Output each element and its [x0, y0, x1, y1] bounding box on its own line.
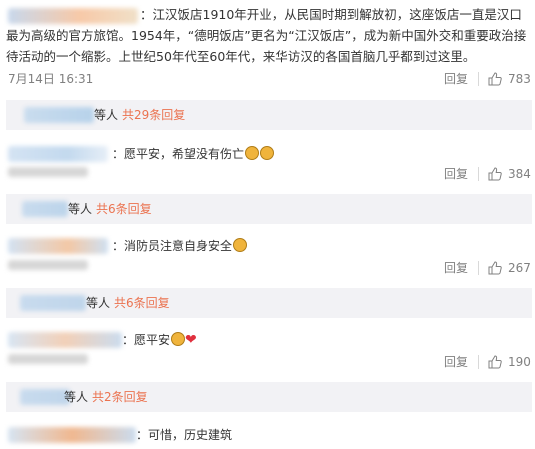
- reply-summary[interactable]: 等人 共2条回复: [6, 382, 532, 412]
- divider: [478, 167, 479, 181]
- comment-item: ：消防员注意自身安全 回复 267: [0, 233, 535, 293]
- comment-time: 7月14日 16:31: [8, 72, 94, 86]
- reply-usernames-blurred: [22, 201, 68, 217]
- reply-suffix: 等人: [68, 202, 93, 216]
- reply-button[interactable]: 回复: [444, 166, 468, 182]
- timestamp-blurred: [8, 260, 88, 270]
- timestamp-blurred: [8, 167, 88, 177]
- thumbs-up-icon[interactable]: [488, 261, 502, 275]
- reply-count-link[interactable]: 共6条回复: [96, 201, 152, 217]
- scared-face-emoji-icon: [233, 238, 248, 252]
- main-comment: ：江汉饭店1910年开业，从民国时期到解放初，这座饭店一直是汉口最为高级的官方旅…: [0, 0, 535, 93]
- username-blurred[interactable]: [8, 238, 108, 254]
- main-comment-text: ：江汉饭店1910年开业，从民国时期到解放初，这座饭店一直是汉口最为高级的官方旅…: [6, 7, 527, 64]
- username-blurred[interactable]: [8, 146, 108, 162]
- like-count: 267: [508, 261, 531, 275]
- timestamp-blurred: [8, 354, 88, 364]
- divider: [478, 72, 479, 86]
- comment-text: ：愿平安 ❤: [122, 332, 197, 348]
- red-heart-emoji-icon: ❤: [185, 332, 197, 348]
- reply-count-link[interactable]: 共6条回复: [114, 295, 170, 311]
- username-blurred[interactable]: [8, 332, 122, 348]
- reply-summary[interactable]: 等人 共29条回复: [6, 100, 532, 130]
- reply-suffix: 等人: [94, 108, 119, 122]
- divider: [478, 355, 479, 369]
- divider: [478, 261, 479, 275]
- reply-usernames-blurred: [20, 295, 86, 311]
- like-count: 384: [508, 167, 531, 181]
- thumbs-up-icon[interactable]: [488, 72, 502, 86]
- username-blurred[interactable]: [8, 427, 136, 443]
- reply-summary[interactable]: 等人 共6条回复: [6, 288, 532, 318]
- reply-button[interactable]: 回复: [444, 71, 468, 87]
- scared-face-emoji-icon: [171, 332, 186, 346]
- thumbs-up-icon[interactable]: [488, 167, 502, 181]
- comment-text: ：愿平安，希望没有伤亡: [112, 146, 275, 162]
- reply-suffix: 等人: [86, 296, 111, 310]
- comment-text: ：消防员注意自身安全: [112, 238, 248, 254]
- like-count: 783: [508, 72, 531, 86]
- scared-face-emoji-icon: [260, 146, 275, 160]
- reply-suffix: 等人: [64, 390, 89, 404]
- comment-item: ：可惜，历史建筑: [0, 421, 535, 449]
- reply-count-link[interactable]: 共2条回复: [92, 389, 148, 405]
- reply-usernames-blurred: [24, 107, 94, 123]
- reply-button[interactable]: 回复: [444, 260, 468, 276]
- like-count: 190: [508, 355, 531, 369]
- reply-count-link[interactable]: 共29条回复: [122, 107, 185, 123]
- comment-item: ：愿平安 ❤ 回复 190: [0, 327, 535, 387]
- scared-face-emoji-icon: [245, 146, 260, 160]
- thumbs-up-icon[interactable]: [488, 355, 502, 369]
- comment-text: ：可惜，历史建筑: [136, 428, 233, 442]
- reply-button[interactable]: 回复: [444, 354, 468, 370]
- reply-summary[interactable]: 等人 共6条回复: [6, 194, 532, 224]
- reply-usernames-blurred: [20, 389, 70, 405]
